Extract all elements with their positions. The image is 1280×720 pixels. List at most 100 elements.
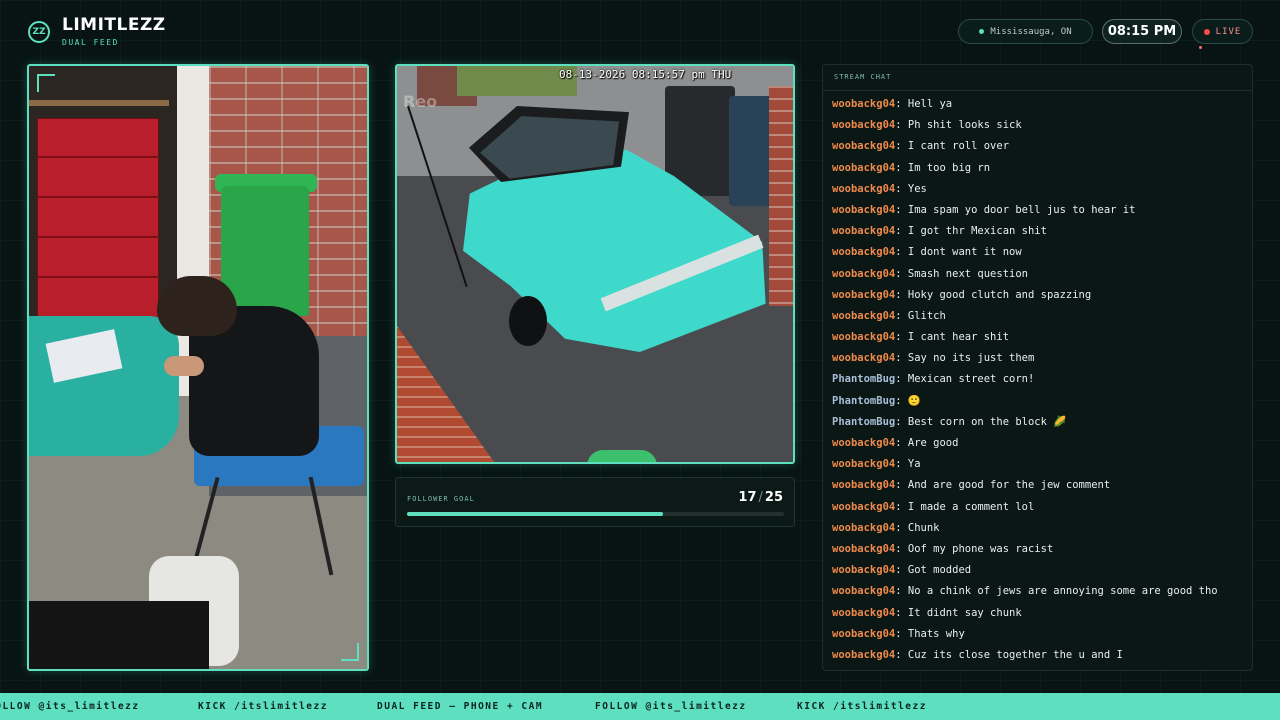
chat-username[interactable]: woobackg04: [832, 522, 895, 534]
chat-message: woobackg04: I cant hear shit: [832, 327, 1252, 348]
black-board: [29, 601, 209, 669]
chat-username[interactable]: woobackg04: [832, 268, 895, 280]
indicator-dot-icon: [1199, 46, 1202, 49]
chat-message: woobackg04: Ima spam yo door bell jus to…: [832, 200, 1252, 221]
chat-username[interactable]: woobackg04: [832, 140, 895, 152]
chat-username[interactable]: woobackg04: [832, 352, 895, 364]
chat-message: woobackg04: It didnt say chunk: [832, 603, 1252, 624]
chat-message: woobackg04: And are good for the jew com…: [832, 475, 1252, 496]
chat-message: woobackg04: Glitch: [832, 306, 1252, 327]
follower-goal-fill: [407, 512, 664, 516]
chat-message: woobackg04: I got thr Mexican shit: [832, 221, 1252, 242]
follower-goal-current: 17: [738, 490, 757, 505]
chat-message: woobackg04: Say no its just them: [832, 348, 1252, 369]
chat-username[interactable]: woobackg04: [832, 331, 895, 343]
chat-text: It didnt say chunk: [907, 606, 1022, 619]
chat-username[interactable]: woobackg04: [832, 289, 895, 301]
chat-colon: :: [895, 437, 908, 449]
brand-name: LIMITLEZZ: [62, 15, 166, 35]
brand-logo-icon: ZZ: [28, 20, 50, 43]
ticker-item: FOLLOW @its_limitlezz: [0, 701, 140, 712]
chat-username[interactable]: woobackg04: [832, 628, 895, 640]
chat-text: Smash next question: [907, 267, 1028, 280]
chat-message: woobackg04: Oof my phone was racist: [832, 539, 1252, 560]
chat-text: Glitch: [907, 309, 946, 322]
chat-username[interactable]: woobackg04: [832, 564, 895, 576]
chat-username[interactable]: woobackg04: [832, 479, 895, 491]
chat-text: Ima spam yo door bell jus to hear it: [907, 203, 1136, 216]
chat-username[interactable]: woobackg04: [832, 204, 895, 216]
chat-username[interactable]: woobackg04: [832, 501, 895, 513]
chat-text: Best corn on the block 🌽: [907, 415, 1067, 428]
chat-username[interactable]: woobackg04: [832, 585, 895, 597]
chat-message: woobackg04: Are good: [832, 433, 1252, 454]
chat-username[interactable]: woobackg04: [832, 458, 895, 470]
chat-colon: :: [895, 458, 908, 471]
person-arm: [164, 356, 204, 376]
live-dot-icon: [1203, 28, 1210, 35]
chat-message: woobackg04: Im too big rn: [832, 158, 1252, 179]
chat-username[interactable]: PhantomBug: [832, 416, 895, 428]
chat-text: Im too big rn: [907, 161, 991, 174]
chat-username[interactable]: woobackg04: [832, 649, 895, 661]
chat-username[interactable]: woobackg04: [832, 437, 895, 449]
chat-text: No a chink of jews are annoying some are…: [907, 585, 1218, 598]
chat-message: woobackg04: Yes: [832, 179, 1252, 200]
follower-goal-separator: /: [758, 490, 763, 505]
clock-pill: 08:15 PM: [1102, 19, 1182, 44]
chat-username[interactable]: PhantomBug: [832, 395, 895, 407]
chat-username[interactable]: woobackg04: [832, 183, 895, 195]
phone-feed: [27, 64, 369, 671]
chat-text: Got modded: [907, 564, 972, 577]
chat-message: PhantomBug: Mexican street corn!: [832, 369, 1252, 390]
chat-username[interactable]: woobackg04: [832, 98, 895, 110]
chat-colon: :: [895, 373, 908, 386]
chat-message: woobackg04: Cuz its close together the u…: [832, 645, 1252, 666]
chat-username[interactable]: woobackg04: [832, 162, 895, 174]
chat-text: Say no its just them: [907, 352, 1035, 365]
frame-corner-icon: [341, 643, 359, 661]
ticker-item: FOLLOW @its_limitlezz: [595, 701, 747, 712]
live-label: LIVE: [1215, 26, 1242, 37]
toolbox-drawer: [37, 276, 159, 278]
chat-username[interactable]: woobackg04: [832, 119, 895, 131]
chat-colon: :: [895, 267, 908, 280]
chat-message: woobackg04: Smash next question: [832, 264, 1252, 285]
chat-colon: :: [895, 585, 908, 598]
chat-username[interactable]: woobackg04: [832, 225, 895, 237]
chat-message: woobackg04: I made a comment lol: [832, 497, 1252, 518]
chat-username[interactable]: woobackg04: [832, 543, 895, 555]
chat-text: Ya: [907, 458, 921, 471]
chat-colon: :: [895, 225, 908, 238]
chat-text: I made a comment lol: [907, 500, 1035, 513]
chat-message: woobackg04: Ya: [832, 454, 1252, 475]
location-text: Mississauga, ON: [990, 26, 1072, 37]
follower-goal-target: 25: [764, 490, 783, 505]
chat-colon: :: [895, 394, 908, 407]
garage-shelf: [29, 100, 169, 106]
follower-goal-track: [407, 512, 784, 516]
chat-username[interactable]: woobackg04: [832, 607, 895, 619]
chat-text: Yes: [907, 182, 927, 195]
chat-text: Chunk: [907, 521, 940, 534]
toolbox-drawer: [37, 196, 159, 198]
chat-message: woobackg04: Hell ya: [832, 94, 1252, 115]
chat-text: Hoky good clutch and spazzing: [907, 288, 1092, 301]
chat-colon: :: [895, 203, 908, 216]
chat-colon: :: [895, 98, 908, 110]
chat-colon: :: [895, 648, 908, 661]
chat-username[interactable]: woobackg04: [832, 310, 895, 322]
frame-corner-icon: [37, 74, 55, 92]
location-dot-icon: [979, 29, 985, 34]
toolbox-drawer: [37, 156, 159, 158]
chat-colon: :: [895, 161, 908, 174]
chat-message: woobackg04: Ph shit looks sick: [832, 115, 1252, 136]
car-wheel: [509, 296, 547, 346]
chat-username[interactable]: woobackg04: [832, 246, 895, 258]
chat-text: Oof my phone was racist: [907, 542, 1054, 555]
chat-text: I dont want it now: [907, 246, 1022, 259]
chat-message-list[interactable]: woobackg04: Hell ya woobackg04: Ph shit l…: [823, 91, 1252, 666]
chat-colon: :: [895, 331, 908, 344]
chat-username[interactable]: PhantomBug: [832, 373, 895, 385]
chat-colon: :: [895, 500, 908, 513]
